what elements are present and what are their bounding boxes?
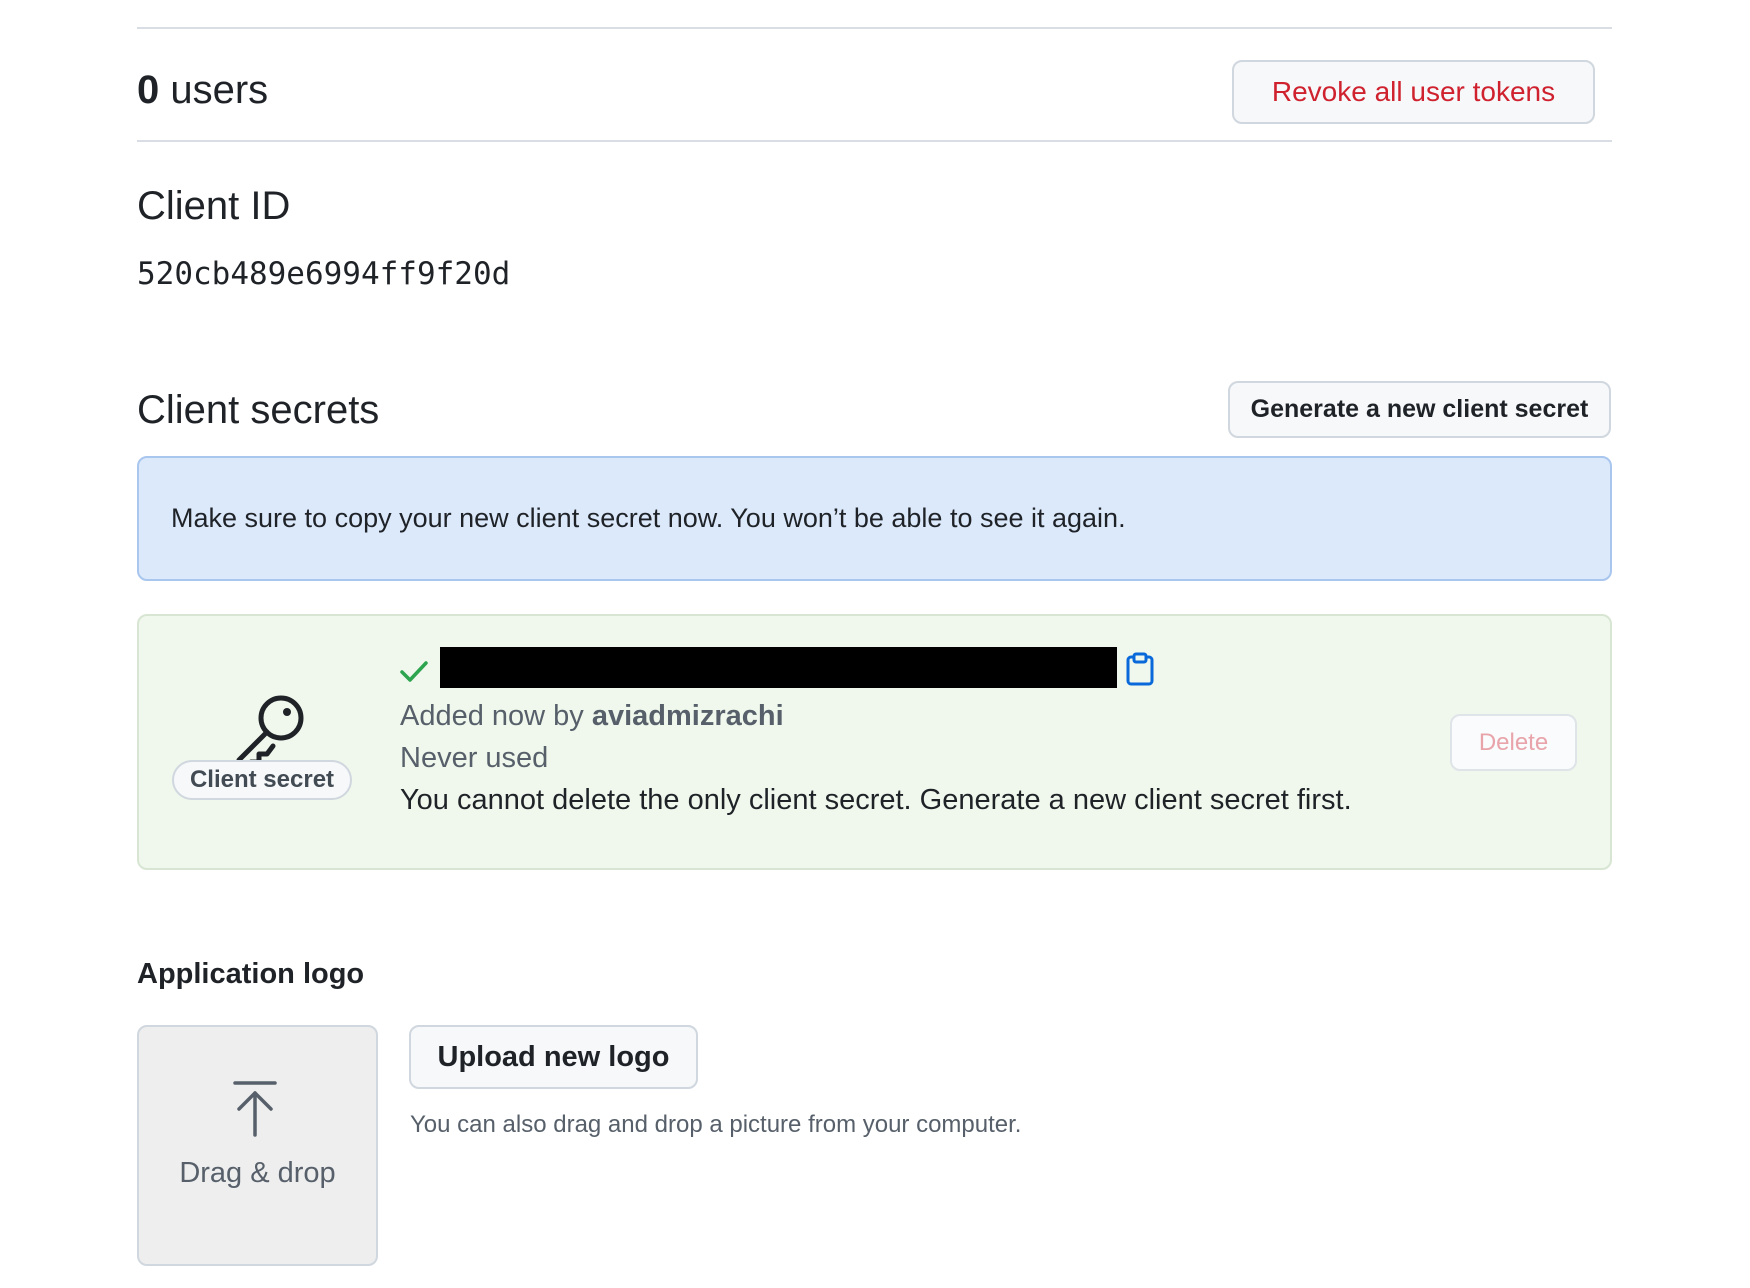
secret-added-info: Added now by aviadmizrachi [400, 696, 784, 736]
revoke-all-tokens-button[interactable]: Revoke all user tokens [1232, 60, 1595, 124]
users-divider [137, 140, 1612, 142]
flash-notice: Make sure to copy your new client secret… [137, 456, 1612, 581]
generate-client-secret-button[interactable]: Generate a new client secret [1228, 381, 1611, 438]
users-count-heading: 0 users [137, 64, 268, 116]
client-id-value: 520cb489e6994ff9f20d [137, 256, 511, 292]
flash-message: Make sure to copy your new client secret… [171, 503, 1126, 533]
logo-dropzone[interactable]: Drag & drop [137, 1025, 378, 1266]
top-divider [137, 27, 1612, 29]
logo-upload-hint: You can also drag and drop a picture fro… [410, 1111, 1022, 1138]
delete-secret-button[interactable]: Delete [1450, 714, 1577, 771]
application-logo-heading: Application logo [137, 958, 365, 990]
redacted-secret-value [440, 647, 1117, 688]
client-secret-item: Client secret Added now by aviadmizrachi… [137, 614, 1612, 870]
upload-icon [233, 1081, 277, 1137]
secret-usage: Never used [400, 742, 549, 774]
users-count: 0 [137, 68, 160, 112]
added-by-user: aviadmizrachi [591, 700, 784, 732]
client-secrets-heading: Client secrets [137, 388, 380, 432]
client-id-heading: Client ID [137, 184, 291, 228]
client-secret-badge: Client secret [172, 760, 352, 800]
users-label: users [159, 68, 269, 112]
secret-delete-note: You cannot delete the only client secret… [400, 784, 1352, 816]
dropzone-label: Drag & drop [179, 1157, 336, 1189]
upload-logo-button[interactable]: Upload new logo [409, 1025, 698, 1089]
check-icon [400, 661, 428, 682]
copy-icon[interactable] [1125, 652, 1155, 686]
added-prefix: Added now by [400, 700, 592, 732]
